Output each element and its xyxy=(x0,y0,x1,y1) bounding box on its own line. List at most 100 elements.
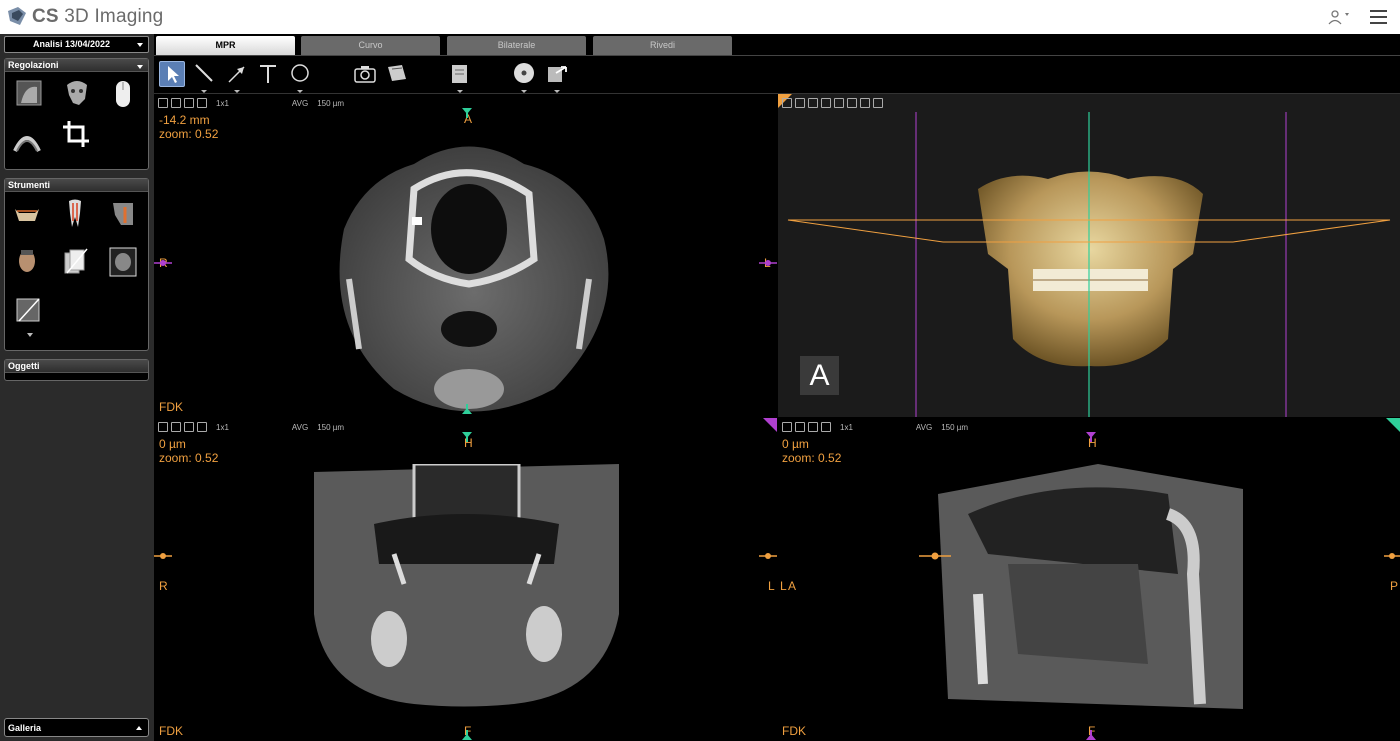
orientation-badge[interactable]: A xyxy=(800,356,839,395)
cursor-arrow-icon xyxy=(168,66,179,83)
line-icon xyxy=(195,64,213,82)
mandible-tool-icon[interactable] xyxy=(13,199,41,229)
layout-icon[interactable] xyxy=(184,422,194,432)
render-mode[interactable]: AVG xyxy=(292,99,308,108)
recon-label: FDK xyxy=(782,724,806,738)
burn-disc-button[interactable] xyxy=(511,61,537,93)
camera-icon[interactable] xyxy=(158,98,168,108)
square-icon[interactable] xyxy=(821,422,831,432)
galleria-bar[interactable]: Galleria xyxy=(4,718,149,737)
sagittal-bottom-marker-icon[interactable] xyxy=(1086,730,1096,740)
strumenti-header[interactable]: Strumenti xyxy=(5,179,148,192)
axial-left-marker-icon[interactable] xyxy=(154,259,172,267)
mouse-icon[interactable] xyxy=(109,79,137,109)
sagittal-top-marker-icon[interactable] xyxy=(1086,432,1096,442)
slice-position: 0 µm xyxy=(159,437,186,451)
export-image-button[interactable] xyxy=(384,61,410,87)
slice-thickness[interactable]: 150 µm xyxy=(317,423,344,432)
app-title: CS 3D Imaging xyxy=(32,6,164,27)
tab-bilaterale[interactable]: Bilaterale xyxy=(447,36,586,55)
panoramic-icon[interactable] xyxy=(13,125,41,155)
coronal-viewport[interactable]: 1x1 AVG 150 µm 0 µm zoom: 0.52 FDK H F R… xyxy=(154,418,777,741)
axial-right-marker-icon[interactable] xyxy=(759,259,777,267)
coronal-bottom-marker-icon[interactable] xyxy=(462,730,472,740)
coronal-top-marker-icon[interactable] xyxy=(462,432,472,442)
report-button[interactable] xyxy=(447,61,473,93)
sagittal-right-marker-icon[interactable] xyxy=(1384,552,1400,560)
airway-tool-icon[interactable] xyxy=(109,199,137,229)
axial-bottom-marker-icon[interactable] xyxy=(462,404,472,414)
user-icon[interactable] xyxy=(1328,9,1350,25)
render-mode[interactable]: AVG xyxy=(916,423,932,432)
slice-thickness[interactable]: 150 µm xyxy=(941,423,968,432)
send-export-button[interactable] xyxy=(544,61,570,93)
axial-top-marker-icon[interactable] xyxy=(462,108,472,118)
viewport-toolbar: 1x1 AVG 150 µm xyxy=(782,421,968,433)
analysis-selector-label: Analisi 13/04/2022 xyxy=(33,39,111,49)
orientation-left: R xyxy=(159,579,168,593)
report-icon xyxy=(452,65,467,83)
line-measure-button[interactable] xyxy=(191,61,217,93)
skull-filter-icon[interactable] xyxy=(63,79,91,109)
analysis-selector[interactable]: Analisi 13/04/2022 xyxy=(4,36,149,53)
slice-position: -14.2 mm xyxy=(159,113,210,127)
chevron-down-icon xyxy=(137,65,143,69)
tab-mpr[interactable]: MPR xyxy=(156,36,295,55)
slice-position: 0 µm xyxy=(782,437,809,451)
ellipse-annotation-button[interactable] xyxy=(287,61,313,93)
tooth-tool-icon[interactable] xyxy=(61,199,89,229)
render-mode[interactable]: AVG xyxy=(292,423,308,432)
face-photo-icon[interactable] xyxy=(13,247,41,277)
sagittal-left-marker-icon[interactable] xyxy=(919,552,951,560)
coronal-right-marker-icon[interactable] xyxy=(759,552,777,560)
regolazioni-header[interactable]: Regolazioni xyxy=(5,59,148,72)
arrow-icon xyxy=(228,66,245,83)
galleria-label: Galleria xyxy=(8,723,42,733)
tab-rivedi[interactable]: Rivedi xyxy=(593,36,732,55)
tab-curvo[interactable]: Curvo xyxy=(301,36,440,55)
screenshot-button[interactable] xyxy=(352,61,378,87)
orientation-left-side: L xyxy=(780,579,787,593)
circle-icon xyxy=(291,64,309,82)
annotation-tool-icon[interactable] xyxy=(15,295,43,325)
square-icon[interactable] xyxy=(197,98,207,108)
disc-icon xyxy=(514,63,534,83)
grid-size[interactable]: 1x1 xyxy=(840,423,853,432)
fit-icon[interactable] xyxy=(171,422,181,432)
sagittal-ct-image xyxy=(938,464,1243,709)
slice-thickness[interactable]: 150 µm xyxy=(317,99,344,108)
regolazioni-panel: Regolazioni xyxy=(4,58,149,170)
oggetti-header[interactable]: Oggetti xyxy=(5,360,148,373)
grid-size[interactable]: 1x1 xyxy=(216,423,229,432)
corner-indicator-icon xyxy=(1386,418,1400,432)
crop-icon[interactable] xyxy=(61,119,89,149)
more-tools-icon[interactable] xyxy=(27,333,33,337)
hamburger-menu-icon[interactable] xyxy=(1370,10,1387,24)
camera-icon[interactable] xyxy=(782,422,792,432)
camera-icon[interactable] xyxy=(158,422,168,432)
volume-3d-viewport[interactable]: A xyxy=(778,94,1400,417)
app-logo-icon xyxy=(8,7,26,25)
grid-size[interactable]: 1x1 xyxy=(216,99,229,108)
viewport-toolbar: 1x1 AVG 150 µm xyxy=(158,97,344,109)
coronal-left-marker-icon[interactable] xyxy=(154,552,172,560)
layout-icon[interactable] xyxy=(184,98,194,108)
layout-icon[interactable] xyxy=(808,422,818,432)
square-icon[interactable] xyxy=(197,422,207,432)
brightness-contrast-icon[interactable] xyxy=(15,79,43,109)
coronal-ct-image xyxy=(314,464,619,707)
orientation-right: L xyxy=(768,579,775,593)
orientation-right: P xyxy=(1390,579,1399,593)
axial-viewport[interactable]: 1x1 AVG 150 µm -14.2 mm zoom: 0.52 FDK A… xyxy=(154,94,777,417)
ct-view-tool-icon[interactable] xyxy=(109,247,137,277)
select-pointer-button[interactable] xyxy=(159,61,185,87)
fit-icon[interactable] xyxy=(171,98,181,108)
export-arrow-icon xyxy=(548,66,567,82)
slices-tool-icon[interactable] xyxy=(61,247,89,277)
viewport-toolbar: 1x1 AVG 150 µm xyxy=(158,421,344,433)
arrow-annotation-button[interactable] xyxy=(224,61,250,93)
fit-icon[interactable] xyxy=(795,422,805,432)
text-annotation-button[interactable] xyxy=(255,61,281,87)
volume-render-image xyxy=(787,112,1391,417)
sagittal-viewport[interactable]: 1x1 AVG 150 µm 0 µm zoom: 0.52 FDK H F L… xyxy=(778,418,1400,741)
